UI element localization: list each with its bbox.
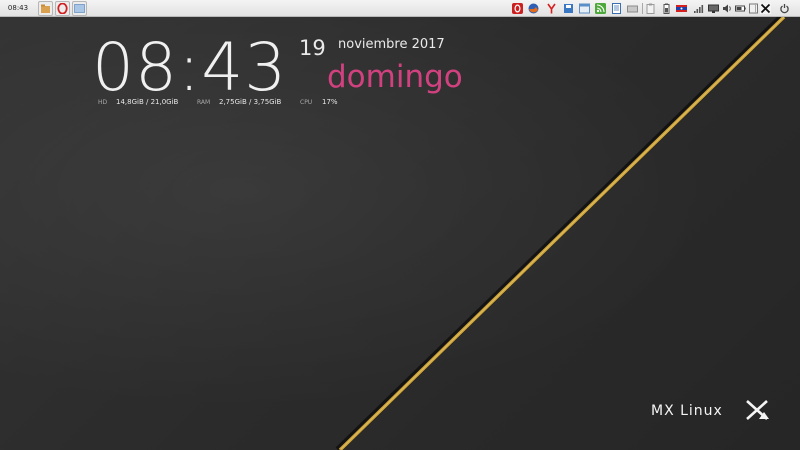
- tray-disk[interactable]: [748, 3, 759, 14]
- mx-logout-icon: [760, 3, 771, 14]
- ram-value: 2,75GiB / 3,75GiB: [219, 98, 282, 106]
- panel-clock[interactable]: 08:43: [2, 2, 34, 15]
- firefox-icon: [528, 3, 539, 14]
- launcher-show-desktop[interactable]: [72, 1, 87, 16]
- mx-logo-mark-icon: [746, 400, 769, 420]
- hd-value: 14,8GiB / 21,0GiB: [116, 98, 179, 106]
- conky-clock: 08:43: [92, 29, 288, 106]
- cpu-label: CPU: [300, 99, 313, 106]
- opera-tray-icon: [512, 3, 523, 14]
- tray-document[interactable]: [611, 3, 622, 14]
- document-icon: [612, 3, 621, 14]
- display-icon: [708, 4, 719, 13]
- tray-volume[interactable]: [722, 3, 733, 14]
- file-manager-icon: [41, 4, 50, 13]
- tray-disk-tool[interactable]: [563, 3, 574, 14]
- tray-display[interactable]: [708, 3, 719, 14]
- tray-power[interactable]: [779, 3, 790, 14]
- tray-mx-logout[interactable]: [760, 3, 771, 14]
- hd-label: HD: [98, 99, 108, 106]
- tray-battery-monitor[interactable]: [661, 3, 672, 14]
- rss-icon: [595, 3, 606, 14]
- opera-browser-icon: [57, 3, 68, 14]
- tray-separator: [755, 3, 756, 14]
- network-signal-icon: [694, 5, 704, 13]
- battery-monitor-icon: [663, 3, 670, 14]
- top-panel: 08:43: [0, 0, 800, 17]
- yandex-icon: [547, 3, 556, 14]
- tray-keyboard[interactable]: [627, 3, 638, 14]
- tray-separator: [642, 3, 643, 14]
- show-desktop-icon: [74, 4, 85, 13]
- tray-settings-window[interactable]: [579, 3, 590, 14]
- clipboard-icon: [646, 3, 655, 14]
- disk-tool-icon: [564, 4, 573, 13]
- tray-network[interactable]: [693, 3, 704, 14]
- tray-opera[interactable]: [512, 3, 523, 14]
- volume-icon: [723, 4, 731, 13]
- tray-rss[interactable]: [595, 3, 606, 14]
- keyboard-icon: [627, 5, 638, 13]
- power-icon: [780, 4, 789, 14]
- logo-text: MX Linux: [651, 403, 723, 419]
- battery-icon: [735, 5, 746, 12]
- conky-month-year: noviembre 2017: [338, 37, 445, 52]
- conky-day-number: 19: [299, 36, 326, 60]
- tray-clipboard[interactable]: [645, 3, 656, 14]
- tray-keyboard-layout[interactable]: [676, 3, 687, 14]
- settings-window-icon: [579, 3, 590, 14]
- disk-icon: [749, 3, 758, 14]
- conky-weekday: domingo: [327, 59, 463, 95]
- tray-battery[interactable]: [735, 3, 746, 14]
- tray-yandex[interactable]: [546, 3, 557, 14]
- tray-firefox[interactable]: [528, 3, 539, 14]
- keyboard-layout-flag-icon: [676, 5, 687, 12]
- ram-label: RAM: [197, 99, 211, 106]
- cpu-value: 17%: [322, 98, 338, 106]
- launcher-file-manager[interactable]: [38, 1, 53, 16]
- launcher-opera[interactable]: [55, 1, 70, 16]
